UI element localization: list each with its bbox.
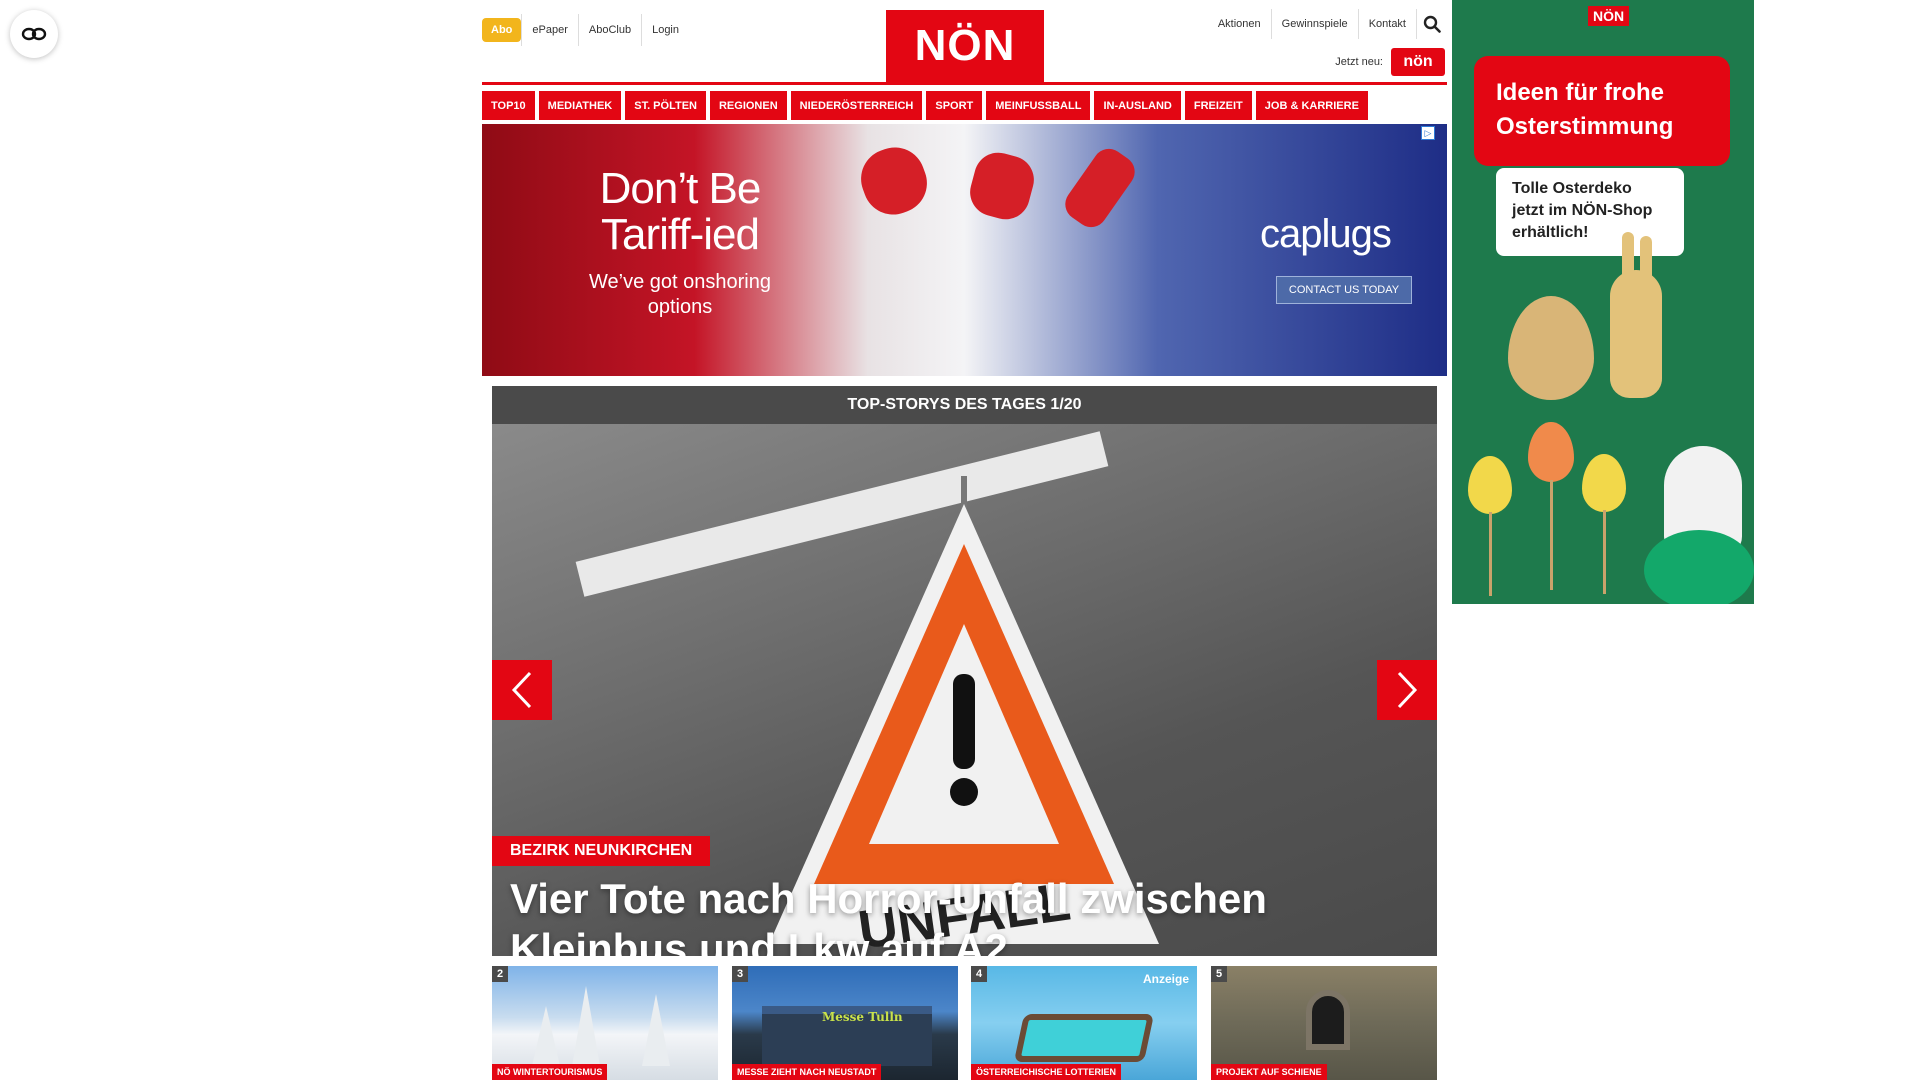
stick — [1550, 480, 1553, 590]
easter-egg — [1468, 456, 1512, 514]
bunny-ear — [1640, 236, 1652, 284]
anzeige-label: Anzeige — [1142, 972, 1189, 986]
page: Abo ePaper AboClub Login NÖN Aktionen Ge… — [0, 0, 1920, 1080]
adchoices-icon[interactable]: ▷ — [1421, 126, 1435, 140]
skyscraper-ad[interactable]: NÖN Ideen für frohe Osterstimmung Tolle … — [1452, 0, 1754, 604]
story-thumbnail-3[interactable]: Messe Tulln 3 MESSE ZIEHT NACH NEUSTADT — [732, 966, 958, 1080]
thumbnail-number: 2 — [492, 966, 509, 982]
jetzt-neu: Jetzt neu: nön — [1335, 48, 1445, 76]
snowy-tree — [642, 994, 670, 1066]
slider-prev-button[interactable] — [492, 660, 552, 720]
nav-item-meinfussball[interactable]: MEINFUSSBALL — [986, 91, 1091, 120]
nav-item-niederoesterreich[interactable]: NIEDERÖSTERREICH — [790, 91, 923, 120]
nav-item-in-ausland[interactable]: IN-AUSLAND — [1094, 91, 1181, 120]
jetzt-neu-label: Jetzt neu: — [1335, 56, 1383, 68]
aboclub-link[interactable]: AboClub — [577, 14, 641, 46]
banner-subline: We’ve got onshoring options — [589, 271, 771, 318]
chevron-left-icon — [511, 671, 532, 709]
nav-item-job-karriere[interactable]: JOB & KARRIERE — [1255, 91, 1368, 120]
thumbnail-tag: PROJEKT AUF SCHIENE — [1211, 1064, 1327, 1080]
nav-item-st-poelten[interactable]: ST. PÖLTEN — [625, 91, 706, 120]
slider-next-button[interactable] — [1377, 660, 1437, 720]
messe-tulln-sign: Messe Tulln — [822, 1010, 903, 1024]
login-link[interactable]: Login — [641, 14, 689, 46]
bunny-ear — [1622, 232, 1634, 282]
non-logo[interactable]: NÖN — [886, 10, 1044, 82]
abo-button[interactable]: Abo — [482, 18, 522, 42]
thumbnail-number: 5 — [1211, 966, 1228, 982]
story-thumbnail-2[interactable]: 2 NÖ WINTERTOURISMUS — [492, 966, 718, 1080]
banner-ad[interactable]: ▷ Don’t Be Tariff-ied We’ve got onshorin… — [482, 124, 1447, 376]
red-cap-image — [964, 147, 1040, 225]
thumbnail-number: 3 — [732, 966, 749, 982]
search-icon — [1423, 15, 1441, 33]
easter-egg — [1582, 454, 1626, 512]
contact-us-button[interactable]: CONTACT US TODAY — [1276, 276, 1412, 304]
stick — [1489, 512, 1492, 596]
gewinnspiele-link[interactable]: Gewinnspiele — [1272, 9, 1359, 39]
red-plug-image — [852, 139, 936, 223]
sky-ad-card: Tolle Osterdeko jetzt im NÖN-Shop erhält… — [1496, 168, 1684, 256]
sky-ad-brand: NÖN — [1588, 6, 1630, 26]
wooden-bunny — [1610, 270, 1662, 398]
sky-ad-headline: Ideen für frohe Osterstimmung — [1474, 56, 1730, 166]
caplugs-logo: caplugs — [1260, 212, 1392, 257]
story-image[interactable]: UNFALL BEZIRK NEUNKIRCHEN Vier Tote nach… — [492, 424, 1437, 956]
wooden-egg — [1508, 296, 1594, 400]
thumbnail-tag: MESSE ZIEHT NACH NEUSTADT — [732, 1064, 882, 1080]
top-nav-right: Aktionen Gewinnspiele Kontakt — [1208, 8, 1447, 40]
site-header: Abo ePaper AboClub Login NÖN Aktionen Ge… — [480, 0, 1447, 84]
top-stories-slider: TOP-STORYS DES TAGES 1/20 UNFALL BEZIRK … — [492, 386, 1437, 956]
red-plug-image — [1059, 142, 1141, 234]
nav-item-sport[interactable]: SPORT — [926, 91, 983, 120]
thumbnail-tag: NÖ WINTERTOURISMUS — [492, 1064, 608, 1080]
jetzt-neu-badge[interactable]: nön — [1391, 48, 1445, 76]
nav-item-top10[interactable]: TOP10 — [482, 91, 535, 120]
thumbnail-tag: ÖSTERREICHISCHE LOTTERIEN — [971, 1064, 1122, 1080]
eye-accessibility-icon — [21, 27, 47, 41]
tunnel-image — [1306, 990, 1350, 1050]
aktionen-link[interactable]: Aktionen — [1208, 9, 1272, 39]
section-nav: TOP10 MEDIATHEK ST. PÖLTEN REGIONEN NIED… — [482, 91, 1447, 120]
epaper-link[interactable]: ePaper — [521, 14, 577, 46]
snowy-tree — [572, 986, 600, 1066]
search-button[interactable] — [1417, 9, 1447, 39]
chevron-right-icon — [1397, 671, 1418, 709]
top-stories-header: TOP-STORYS DES TAGES 1/20 — [492, 386, 1437, 424]
easter-egg — [1528, 422, 1574, 482]
accessibility-button[interactable] — [10, 10, 58, 58]
story-category-tag[interactable]: BEZIRK NEUNKIRCHEN — [492, 836, 711, 866]
nav-item-mediathek[interactable]: MEDIATHEK — [538, 91, 622, 120]
story-thumbnails: 2 NÖ WINTERTOURISMUS Messe Tulln 3 MESSE… — [492, 966, 1437, 1080]
pool-illustration — [1013, 1014, 1155, 1062]
snowy-tree — [532, 1006, 560, 1066]
header-divider — [482, 82, 1447, 85]
caplugs-brand: caplugs — [1260, 212, 1392, 256]
thumbnail-number: 4 — [971, 966, 988, 982]
nav-item-freizeit[interactable]: FREIZEIT — [1184, 91, 1252, 120]
kontakt-link[interactable]: Kontakt — [1359, 9, 1417, 39]
top-nav-left: Abo ePaper AboClub Login — [482, 12, 689, 48]
stick — [1603, 510, 1606, 594]
nav-item-regionen[interactable]: REGIONEN — [709, 91, 787, 120]
story-thumbnail-5[interactable]: 5 PROJEKT AUF SCHIENE — [1211, 966, 1437, 1080]
story-thumbnail-4[interactable]: 4 Anzeige ÖSTERREICHISCHE LOTTERIEN — [971, 966, 1197, 1080]
banner-headline: Don’t Be Tariff-ied — [599, 164, 762, 259]
story-title[interactable]: Vier Tote nach Horror-Unfall zwischen Kl… — [510, 874, 1410, 956]
green-egg — [1644, 530, 1754, 604]
